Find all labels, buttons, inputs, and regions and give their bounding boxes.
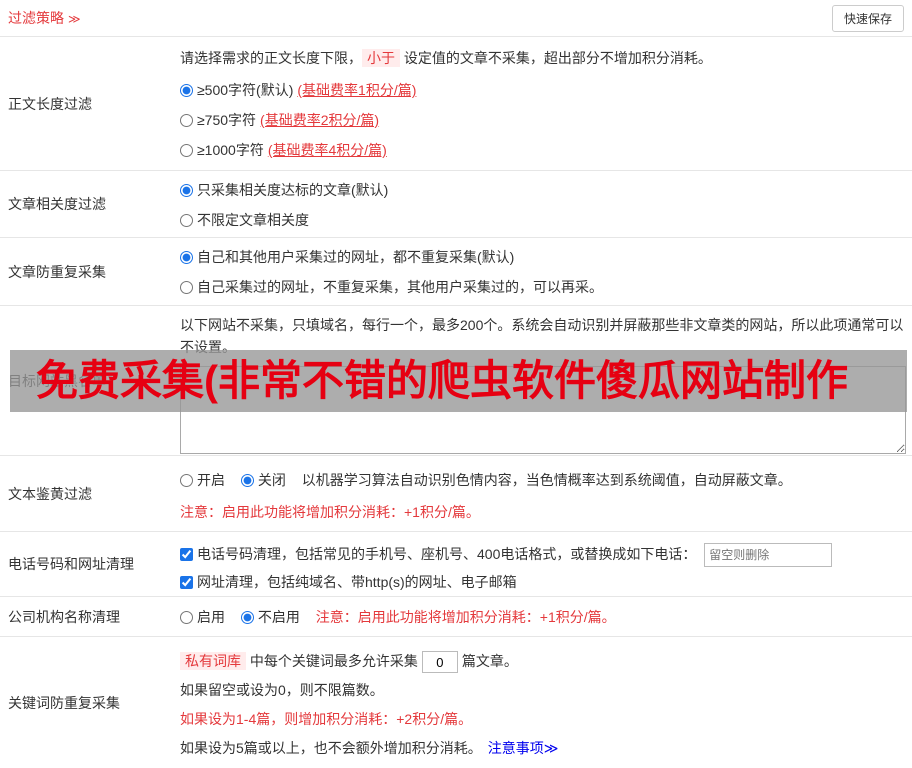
max-articles-input[interactable] (421, 651, 458, 674)
length-intro-pre: 请选择需求的正文长度下限， (180, 50, 362, 66)
length-option-1000-fee-link[interactable]: (基础费率4积分/篇) (268, 142, 387, 158)
porn-off-radio[interactable] (240, 474, 254, 487)
dedup-filter-label: 文章防重复采集 (8, 263, 106, 280)
relevance-option-strict-text: 只采集相关度达标的文章(默认) (197, 182, 389, 198)
company-enable-text: 启用 (197, 609, 225, 625)
keyword-dedup-label: 关键词防重复采集 (8, 694, 120, 711)
company-disable-text: 不启用 (257, 609, 300, 625)
porn-on-option[interactable]: 开启 (180, 472, 229, 488)
length-filter-label: 正文长度过滤 (8, 95, 92, 112)
length-option-1000-text: ≥1000字符 (197, 142, 264, 158)
section-phone-url-clean: 电话号码和网址清理 电话号码清理，包括常见的手机号、座机号、400电话格式，或替… (0, 532, 912, 597)
url-clean-option[interactable]: 网址清理，包括纯域名、带http(s)的网址、电子邮箱 (180, 574, 517, 590)
keyword-dedup-line4-text: 如果设为5篇或以上，也不会额外增加积分消耗。 (180, 740, 482, 756)
watermark-banner: 免费采集(非常不错的爬虫软件傻瓜网站制作 (10, 350, 907, 412)
length-option-750-radio[interactable] (180, 114, 193, 127)
porn-off-text: 关闭 (257, 472, 286, 488)
length-option-750-fee-link[interactable]: (基础费率2积分/篇) (260, 112, 379, 128)
length-intro-post: 设定值的文章不采集，超出部分不增加积分消耗。 (403, 50, 712, 66)
length-option-750-text: ≥750字符 (197, 112, 257, 128)
section-company-clean: 公司机构名称清理 启用 不启用 注意：启用此功能将增加积分消耗：+1积分/篇。 (0, 597, 912, 637)
keyword-dedup-line4: 如果设为5篇或以上，也不会额外增加积分消耗。 注意事项≫ (180, 734, 906, 763)
page-header: 过滤策略 ≫ 快速保存 (0, 0, 912, 37)
length-filter-intro: 请选择需求的正文长度下限， 小于 设定值的文章不采集，超出部分不增加积分消耗。 (180, 45, 906, 71)
keyword-dedup-line3: 如果设为1-4篇，则增加积分消耗：+2积分/篇。 (180, 711, 473, 727)
porn-on-radio[interactable] (180, 474, 193, 487)
length-option-1000-radio[interactable] (180, 144, 193, 157)
length-filter-content: 请选择需求的正文长度下限， 小于 设定值的文章不采集，超出部分不增加积分消耗。 ≥… (180, 37, 912, 170)
phone-url-clean-label: 电话号码和网址清理 (8, 556, 134, 572)
collapse-chevron-icon[interactable]: ≫ (68, 12, 81, 26)
section-porn-filter: 文本鉴黄过滤 开启 关闭 以机器学习算法自动识别色情内容，当色情概率达到系统阈值… (0, 456, 912, 532)
dedup-option-self-radio[interactable] (180, 281, 193, 294)
length-option-500-text: ≥500字符(默认) (197, 82, 294, 98)
dedup-option-global[interactable]: 自己和其他用户采集过的网址，都不重复采集(默认) (180, 242, 906, 272)
porn-filter-note: 注意：启用此功能将增加积分消耗：+1积分/篇。 (180, 504, 480, 520)
keyword-dedup-content: 私有词库 中每个关键词最多允许采集 篇文章。 如果留空或设为0，则不限篇数。 如果… (180, 637, 912, 768)
porn-filter-options: 开启 关闭 以机器学习算法自动识别色情内容，当色情概率达到系统阈值，自动屏蔽文章… (180, 466, 906, 494)
length-option-500-radio[interactable] (180, 84, 193, 97)
porn-off-option[interactable]: 关闭 (240, 472, 290, 488)
relevance-option-strict-radio[interactable] (180, 184, 193, 197)
notes-link[interactable]: 注意事项≫ (488, 740, 559, 756)
page-title: 过滤策略 (8, 10, 64, 26)
company-clean-content: 启用 不启用 注意：启用此功能将增加积分消耗：+1积分/篇。 (180, 597, 912, 636)
url-clean-text: 网址清理，包括纯域名、带http(s)的网址、电子邮箱 (197, 574, 517, 590)
dedup-option-global-radio[interactable] (180, 251, 193, 264)
section-length-filter: 正文长度过滤 请选择需求的正文长度下限， 小于 设定值的文章不采集，超出部分不增加… (0, 37, 912, 171)
phone-clean-option[interactable]: 电话号码清理，包括常见的手机号、座机号、400电话格式，或替换成如下电话： (180, 546, 700, 562)
company-clean-label: 公司机构名称清理 (8, 608, 120, 625)
phone-clean-checkbox[interactable] (180, 548, 193, 561)
private-lexicon-highlight: 私有词库 (180, 652, 246, 670)
relevance-filter-content: 只采集相关度达标的文章(默认) 不限定文章相关度 (180, 171, 912, 237)
relevance-option-any-radio[interactable] (180, 214, 193, 227)
url-clean-checkbox[interactable] (180, 576, 193, 589)
porn-on-text: 开启 (197, 472, 225, 488)
section-keyword-dedup: 关键词防重复采集 私有词库 中每个关键词最多允许采集 篇文章。 如果留空或设为0，… (0, 637, 912, 768)
porn-filter-description: 以机器学习算法自动识别色情内容，当色情概率达到系统阈值，自动屏蔽文章。 (301, 472, 792, 488)
header-title-group: 过滤策略 ≫ (8, 8, 81, 28)
keyword-dedup-line1-post: 篇文章。 (461, 653, 518, 669)
dedup-filter-content: 自己和其他用户采集过的网址，都不重复采集(默认) 自己采集过的网址，不重复采集，… (180, 238, 912, 305)
company-disable-radio[interactable] (240, 611, 254, 624)
length-option-1000[interactable]: ≥1000字符 (基础费率4积分/篇) (180, 135, 906, 165)
phone-url-clean-content: 电话号码清理，包括常见的手机号、座机号、400电话格式，或替换成如下电话： 网址… (180, 532, 912, 596)
relevance-filter-label: 文章相关度过滤 (8, 196, 106, 212)
phone-clean-text: 电话号码清理，包括常见的手机号、座机号、400电话格式，或替换成如下电话： (197, 546, 697, 562)
relevance-option-strict[interactable]: 只采集相关度达标的文章(默认) (180, 175, 906, 205)
length-option-500-fee-link[interactable]: (基础费率1积分/篇) (297, 82, 416, 98)
quick-save-button[interactable]: 快速保存 (831, 4, 904, 32)
keyword-dedup-line1: 私有词库 中每个关键词最多允许采集 篇文章。 (180, 647, 906, 676)
replacement-phone-input[interactable] (704, 543, 833, 568)
keyword-dedup-line1-mid: 中每个关键词最多允许采集 (249, 653, 418, 669)
porn-filter-label: 文本鉴黄过滤 (8, 485, 92, 502)
url-clean-line: 网址清理，包括纯域名、带http(s)的网址、电子邮箱 (180, 568, 906, 596)
section-relevance-filter: 文章相关度过滤 只采集相关度达标的文章(默认) 不限定文章相关度 (0, 171, 912, 238)
company-enable-option[interactable]: 启用 (180, 609, 229, 625)
porn-filter-content: 开启 关闭 以机器学习算法自动识别色情内容，当色情概率达到系统阈值，自动屏蔽文章… (180, 456, 912, 531)
company-enable-radio[interactable] (180, 611, 193, 624)
length-option-750[interactable]: ≥750字符 (基础费率2积分/篇) (180, 105, 906, 135)
dedup-option-global-text: 自己和其他用户采集过的网址，都不重复采集(默认) (197, 249, 515, 265)
phone-clean-line: 电话号码清理，包括常见的手机号、座机号、400电话格式，或替换成如下电话： (180, 540, 906, 568)
dedup-option-self-text: 自己采集过的网址，不重复采集，其他用户采集过的，可以再采。 (197, 279, 603, 295)
company-clean-options: 启用 不启用 注意：启用此功能将增加积分消耗：+1积分/篇。 (180, 605, 906, 629)
keyword-dedup-line2: 如果留空或设为0，则不限篇数。 (180, 682, 384, 698)
length-option-500[interactable]: ≥500字符(默认) (基础费率1积分/篇) (180, 75, 906, 105)
relevance-option-any[interactable]: 不限定文章相关度 (180, 205, 906, 235)
company-clean-note: 注意：启用此功能将增加积分消耗：+1积分/篇。 (315, 609, 616, 625)
section-dedup-filter: 文章防重复采集 自己和其他用户采集过的网址，都不重复采集(默认) 自己采集过的网… (0, 238, 912, 306)
dedup-option-self[interactable]: 自己采集过的网址，不重复采集，其他用户采集过的，可以再采。 (180, 272, 906, 302)
relevance-option-any-text: 不限定文章相关度 (197, 212, 309, 228)
company-disable-option[interactable]: 不启用 (240, 609, 304, 625)
lessthan-highlight: 小于 (362, 49, 400, 67)
